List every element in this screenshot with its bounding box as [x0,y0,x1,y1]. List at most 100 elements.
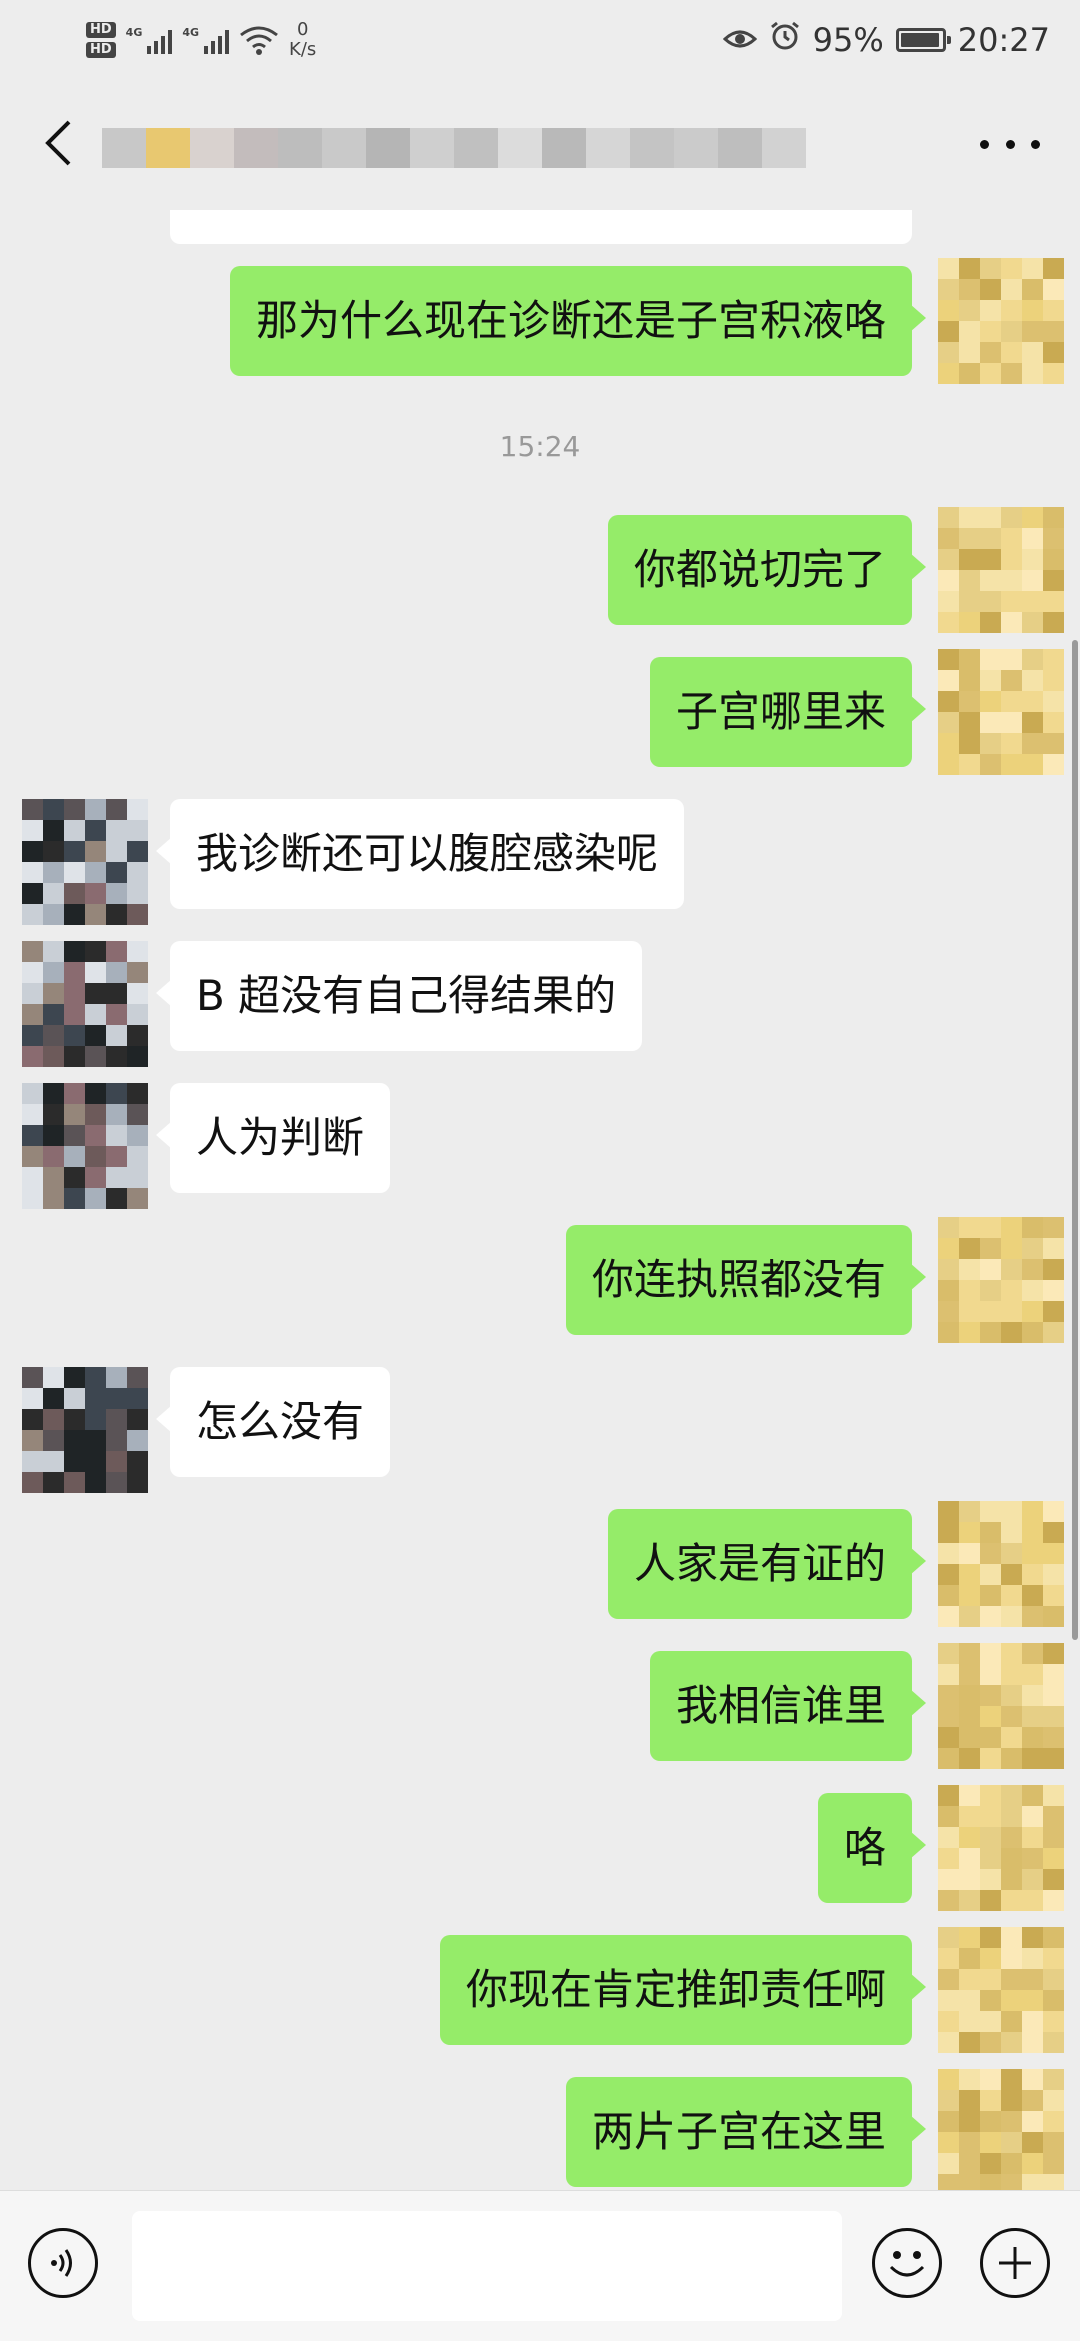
avatar-pixel [1043,2032,1064,2053]
avatar-pixel [127,1025,148,1046]
my-message-bubble[interactable]: 你现在肯定推卸责任啊 [439,1935,927,2045]
avatar-pixel [938,1848,959,1869]
avatar-pixel [64,1409,85,1430]
blur-block [542,128,586,168]
my-avatar[interactable] [938,1643,1064,1769]
voice-button[interactable] [28,2228,98,2298]
signal-bar [161,36,166,54]
avatar-pixel [106,904,127,925]
avatar-pixel [1022,342,1043,363]
avatar-pixel [938,591,959,612]
alarm-icon [769,20,801,60]
avatar-pixel [1022,1522,1043,1543]
avatar-pixel [959,1585,980,1606]
avatar-pixel [938,1564,959,1585]
avatar-pixel [938,2153,959,2174]
avatar-pixel [1022,1322,1043,1343]
my-avatar[interactable] [938,1501,1064,1627]
my-message-bubble[interactable]: 那为什么现在诊断还是子宫积液咯 [229,266,927,376]
avatar-pixel [127,941,148,962]
my-message-bubble[interactable]: 人家是有证的 [607,1509,927,1619]
more-dots-icon [1031,139,1040,149]
avatar-pixel [959,1990,980,2011]
avatar-pixel [959,1664,980,1685]
avatar-pixel [980,1501,1001,1522]
avatar-pixel [1001,1927,1022,1948]
avatar-pixel [64,1146,85,1167]
back-button[interactable] [28,113,88,173]
avatar-pixel [64,983,85,1004]
avatar-pixel [980,570,1001,591]
avatar-pixel [1043,591,1064,612]
avatar-pixel [980,2174,1001,2190]
avatar-pixel [980,691,1001,712]
avatar-pixel [959,2111,980,2132]
avatar-pixel [22,1430,43,1451]
avatar-pixel [43,1146,64,1167]
avatar-pixel [938,300,959,321]
plus-button[interactable] [980,2228,1050,2298]
avatar-pixel [938,1543,959,1564]
more-button[interactable] [980,124,1040,164]
message-input[interactable] [132,2211,842,2321]
avatar-pixel [980,1948,1001,1969]
avatar-pixel [127,1004,148,1025]
my-message-bubble[interactable]: 我相信谁里 [649,1651,927,1761]
avatar-pixel [938,1927,959,1948]
avatar-pixel [85,962,106,983]
contact-avatar[interactable] [22,799,148,925]
avatar-pixel [980,1585,1001,1606]
contact-avatar[interactable] [22,941,148,1067]
avatar-pixel [980,1238,1001,1259]
avatar-pixel [127,962,148,983]
avatar-pixel [938,1280,959,1301]
avatar-pixel [1022,2069,1043,2090]
my-message-bubble[interactable]: 子宫哪里来 [649,657,927,767]
avatar-pixel [1022,1969,1043,1990]
contact-message-bubble[interactable]: 怎么没有 [155,1367,391,1477]
avatar-pixel [22,1472,43,1493]
blur-block [674,128,718,168]
avatar-pixel [980,1643,1001,1664]
contact-message-bubble[interactable]: 我诊断还可以腹腔感染呢 [155,799,685,909]
avatar-pixel [1043,2011,1064,2032]
avatar-pixel [1043,1869,1064,1890]
contact-name-blurred[interactable] [102,128,806,168]
my-avatar[interactable] [938,1927,1064,2053]
avatar-pixel [106,862,127,883]
avatar-pixel [938,649,959,670]
avatar-pixel [980,1706,1001,1727]
my-avatar[interactable] [938,258,1064,384]
avatar-pixel [959,1259,980,1280]
my-avatar[interactable] [938,507,1064,633]
my-avatar[interactable] [938,2069,1064,2190]
avatar-pixel [959,1927,980,1948]
my-message-bubble[interactable]: 两片子宫在这里 [565,2077,927,2187]
avatar-pixel [1001,2174,1022,2190]
contact-message-bubble[interactable]: 人为判断 [155,1083,391,1193]
avatar-pixel [127,1367,148,1388]
status-left: HD HD 4G 4G 0 K/s [86,10,316,70]
blur-block [278,128,322,168]
my-message-bubble[interactable]: 你都说切完了 [607,515,927,625]
avatar-pixel [64,1104,85,1125]
avatar-pixel [1043,258,1064,279]
contact-message-bubble[interactable]: B 超没有自己得结果的 [155,941,643,1051]
contact-avatar[interactable] [22,1367,148,1493]
my-message-bubble[interactable]: 你连执照都没有 [565,1225,927,1335]
chat-scrollbar[interactable] [1072,640,1078,1640]
blur-block [146,128,190,168]
my-message-bubble[interactable]: 咯 [817,1793,927,1903]
avatar-pixel [938,1664,959,1685]
avatar-pixel [980,591,1001,612]
avatar-pixel [980,1606,1001,1627]
avatar-pixel [959,363,980,384]
emoji-button[interactable] [872,2228,942,2298]
my-avatar[interactable] [938,1217,1064,1343]
my-avatar[interactable] [938,649,1064,775]
contact-avatar[interactable] [22,1083,148,1209]
avatar-pixel [980,733,1001,754]
chat-area[interactable]: 那为什么现在诊断还是子宫积液咯 15:24 你都说切完了 子宫哪里来 我诊断还可… [0,210,1080,2190]
my-avatar[interactable] [938,1785,1064,1911]
avatar-pixel [980,549,1001,570]
